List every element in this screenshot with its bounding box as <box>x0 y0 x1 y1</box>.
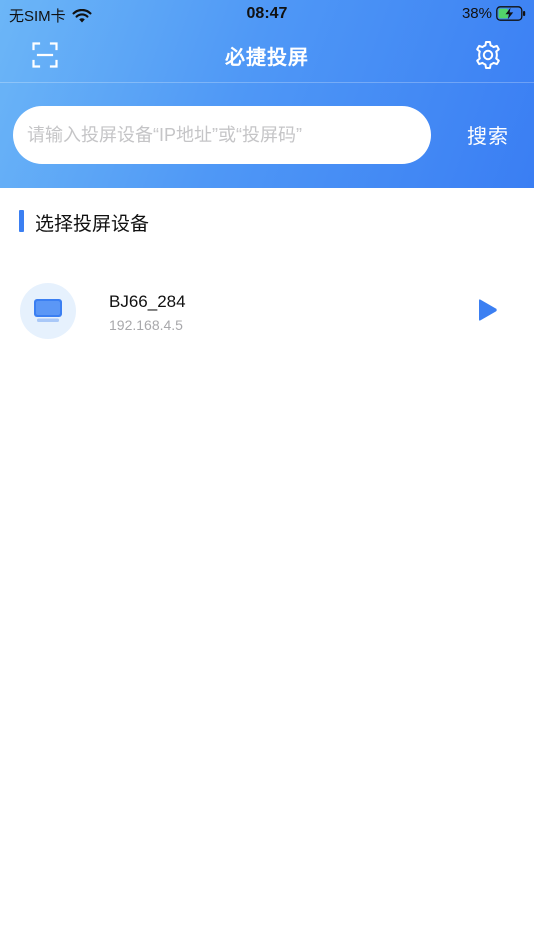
device-name: BJ66_284 <box>109 292 186 311</box>
play-icon[interactable] <box>476 298 498 322</box>
section-title: 选择投屏设备 <box>35 214 150 235</box>
battery: 38% <box>462 5 526 22</box>
nav-divider <box>0 82 534 83</box>
device-avatar <box>20 283 76 339</box>
header: 无SIM卡 08:47 38% 必捷投屏 请输入投屏设备“IP地址”或“投屏码”… <box>0 0 534 188</box>
search-input[interactable] <box>13 106 431 164</box>
status-time: 08:47 <box>246 5 288 22</box>
search-button[interactable]: 搜索 <box>455 120 521 152</box>
status-bar: 无SIM卡 08:47 38% <box>0 0 534 28</box>
monitor-icon <box>34 299 62 322</box>
battery-percent: 38% <box>461 5 492 22</box>
battery-charging-icon <box>496 6 526 21</box>
page-title: 必捷投屏 <box>225 47 309 69</box>
device-ip: 192.168.4.5 <box>109 317 183 333</box>
section-header: 选择投屏设备 <box>0 206 534 236</box>
device-list-item[interactable]: BJ66_284 192.168.4.5 <box>0 276 534 348</box>
section-accent-bar <box>19 210 24 232</box>
gear-icon[interactable] <box>473 40 503 70</box>
navbar: 必捷投屏 <box>0 28 534 82</box>
